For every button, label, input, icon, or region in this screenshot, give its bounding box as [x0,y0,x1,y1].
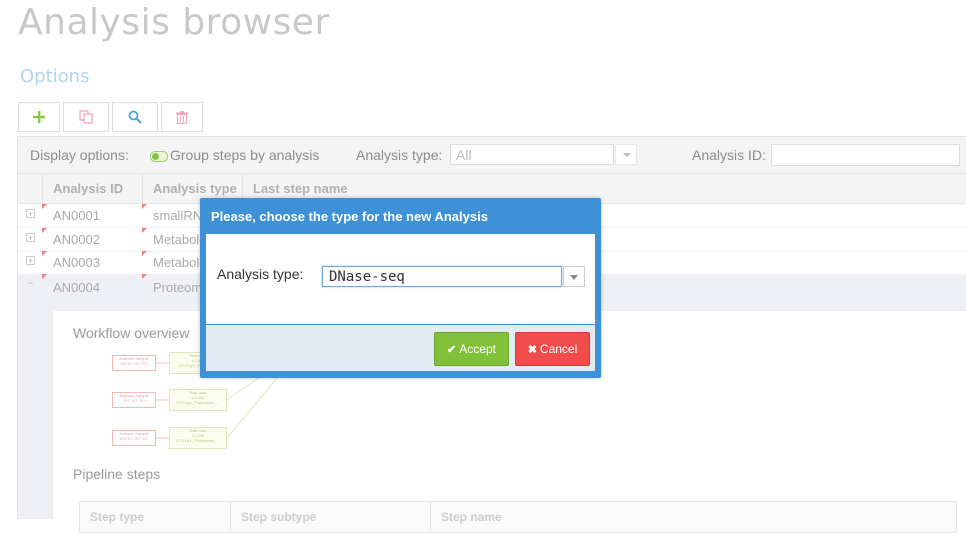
collapse-icon[interactable]: − [26,279,35,288]
check-icon: ✔ [447,343,457,356]
accept-button[interactable]: ✔ Accept [434,332,509,366]
accept-button-label: Accept [459,342,496,356]
display-options-label: Display options: [30,147,129,163]
workflow-node-rawdata[interactable]: Raw data LC-MS STXXg's_Proteomics_... [169,389,227,411]
cancel-button[interactable]: ✖ Cancel [515,332,590,366]
copy-analysis-button[interactable] [63,102,109,132]
analysis-id-filter-label: Analysis ID: [692,147,766,163]
expand-icon[interactable]: + [26,233,35,243]
expand-icon[interactable]: + [26,209,35,219]
search-analysis-button[interactable] [112,102,158,132]
row-marker [142,228,147,233]
pipeline-steps-title: Pipeline steps [73,466,161,482]
add-analysis-button[interactable] [18,102,60,132]
analysis-type-label: Analysis type: [217,266,304,282]
toolbar [18,102,206,132]
group-steps-label[interactable]: Group steps by analysis [170,147,319,163]
chevron-down-icon[interactable] [615,144,637,165]
analysis-id-cell: AN0004 [53,280,100,295]
delete-analysis-button[interactable] [161,102,203,132]
analysis-type-cell: Metabolo [153,255,207,270]
row-marker [42,251,47,256]
chevron-down-icon[interactable] [563,266,585,287]
row-marker [142,204,147,209]
column-header-step-name[interactable]: Step name [430,502,730,532]
display-options-bar: Display options: Group steps by analysis… [18,137,966,174]
analysis-type-cell: Metabolo [153,232,207,247]
workflow-node-sample[interactable]: Analysis Sample AN?0?.?0?.?0? [112,355,156,371]
analysis-id-cell: AN0001 [53,208,100,223]
analysis-id-input[interactable] [771,144,960,166]
pipeline-steps-table-header: Step type Step subtype Step name [79,501,957,533]
column-header-step-type[interactable]: Step type [80,502,230,532]
analysis-type-filter-label: Analysis type: [356,147,443,163]
copy-icon [79,110,93,124]
workflow-node-rawdata[interactable]: Raw data LC-MS STXXg's_Proteomics_... [169,427,227,449]
analysis-type-filter-select[interactable]: All [450,144,614,165]
workflow-node-sample[interactable]: Analysis Sample AN?0?.?0?.?0? [112,430,156,446]
workflow-node-sample[interactable]: Analysis Sample ?0?.?0?.?0? [112,392,156,408]
detail-indent [18,311,52,519]
new-analysis-dialog: Please, choose the type for the new Anal… [200,198,601,378]
row-marker [42,204,47,209]
dialog-footer: ✔ Accept ✖ Cancel [206,325,595,371]
analysis-id-cell: AN0003 [53,255,100,270]
plus-icon [33,111,45,123]
cancel-button-label: Cancel [539,342,578,356]
search-icon [128,110,142,124]
page-title: Analysis browser [18,2,330,43]
analysis-id-cell: AN0002 [53,232,100,247]
row-marker [142,274,147,279]
analysis-type-cell: Proteom [153,280,203,295]
column-header-analysis-id[interactable]: Analysis ID [42,174,142,203]
dialog-body: Analysis type: DNase-seq [206,234,595,324]
expand-icon[interactable]: + [26,256,35,266]
dialog-title: Please, choose the type for the new Anal… [211,209,488,224]
row-marker [42,228,47,233]
analysis-type-select[interactable]: DNase-seq [322,266,562,287]
group-steps-toggle[interactable] [150,151,168,162]
row-marker [42,274,47,279]
column-header-step-subtype[interactable]: Step subtype [230,502,430,532]
trash-icon [176,110,188,124]
close-icon: ✖ [527,343,537,356]
row-marker [142,251,147,256]
options-title[interactable]: Options [20,66,89,87]
